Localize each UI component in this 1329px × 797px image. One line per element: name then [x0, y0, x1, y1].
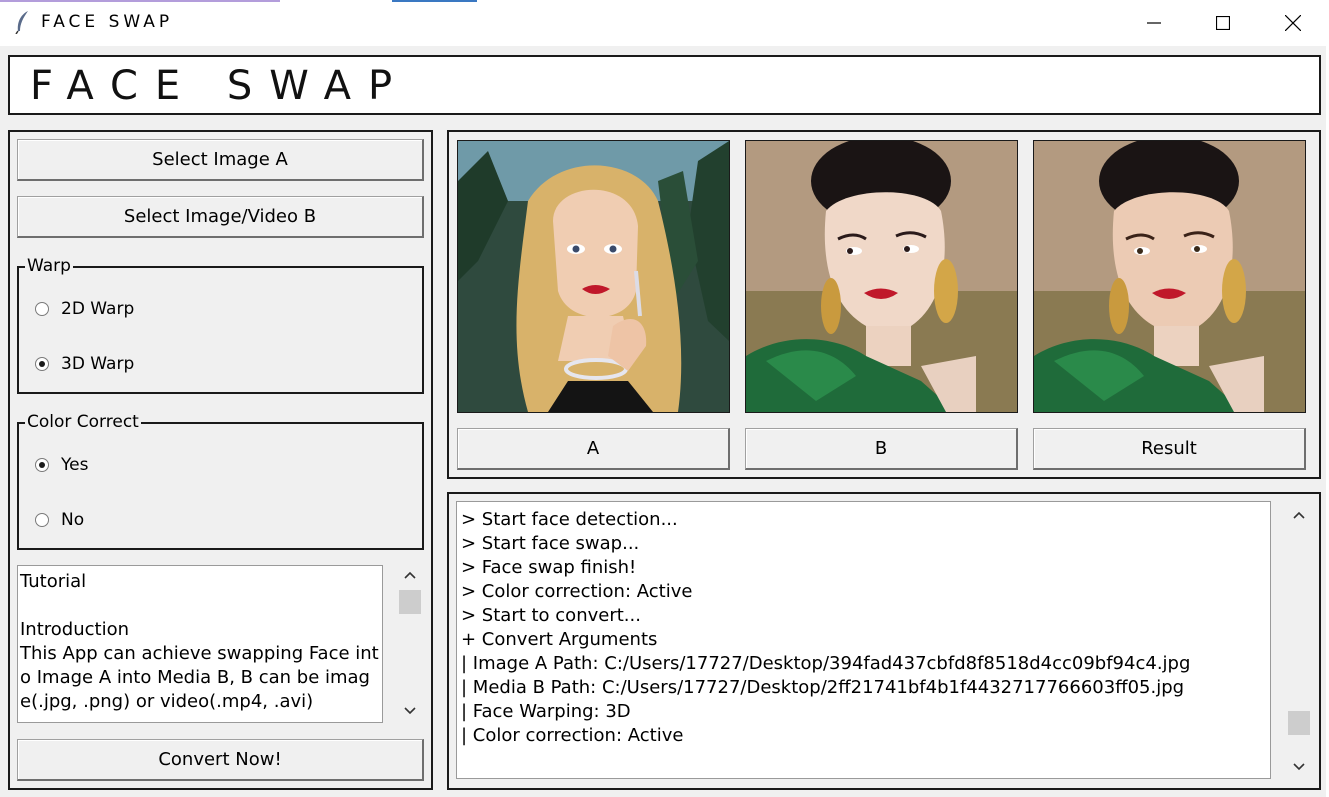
radio-circle-checked — [35, 458, 49, 472]
radio-label: No — [61, 510, 85, 530]
log-line: > Start face swap... — [461, 533, 640, 554]
log-textbox[interactable]: > Start face detection... > Start face sw… — [456, 501, 1271, 779]
minimize-icon — [1147, 22, 1161, 24]
radio-circle — [35, 302, 49, 316]
radio-circle-checked — [35, 357, 49, 371]
images-panel: A B Result — [447, 130, 1321, 479]
scrollbar-thumb[interactable] — [1288, 711, 1310, 735]
taskbar-accent — [0, 0, 280, 2]
controls-panel: Select Image A Select Image/Video B Warp… — [8, 130, 433, 790]
scrollbar-thumb[interactable] — [399, 590, 421, 614]
app-window: FACE SWAP Select Image A Select Image/Vi… — [0, 46, 1329, 797]
radio-label: Yes — [61, 455, 89, 475]
show-result-button[interactable]: Result — [1033, 428, 1306, 470]
color-correct-no-radio[interactable]: No — [35, 510, 84, 530]
header-banner: FACE SWAP — [8, 55, 1321, 115]
log-line: | Media B Path: C:/Users/17727/Desktop/2… — [461, 677, 1185, 698]
log-line: > Start face detection... — [461, 509, 678, 530]
color-correct-legend: Color Correct — [25, 411, 141, 433]
warp-group: Warp 2D Warp 3D Warp — [17, 255, 424, 394]
show-b-button[interactable]: B — [745, 428, 1018, 470]
page-title: FACE SWAP — [30, 63, 410, 109]
tutorial-scrollbar[interactable] — [396, 565, 424, 723]
image-a-preview — [457, 140, 730, 413]
log-line: > Color correction: Active — [461, 581, 693, 602]
warp-group-legend: Warp — [25, 255, 73, 277]
minimize-button[interactable] — [1119, 0, 1189, 46]
chevron-up-icon[interactable] — [396, 565, 424, 585]
log-line: | Color correction: Active — [461, 725, 684, 746]
radio-label: 3D Warp — [61, 354, 135, 374]
log-line: | Face Warping: 3D — [461, 701, 631, 722]
color-correct-yes-radio[interactable]: Yes — [35, 455, 88, 475]
log-line: > Start to convert... — [461, 605, 641, 626]
warp-2d-radio[interactable]: 2D Warp — [35, 299, 134, 319]
color-correct-group: Color Correct Yes No — [17, 411, 424, 550]
show-a-button[interactable]: A — [457, 428, 730, 470]
tutorial-text: Tutorial Introduction This App can achie… — [20, 571, 379, 712]
chevron-down-icon[interactable] — [396, 701, 424, 721]
log-line: + Convert Arguments — [461, 629, 658, 650]
log-line: | Image A Path: C:/Users/17727/Desktop/3… — [461, 653, 1191, 674]
select-image-a-button[interactable]: Select Image A — [17, 139, 424, 181]
log-line: > Face swap finish! — [461, 557, 637, 578]
tutorial-textbox[interactable]: Tutorial Introduction This App can achie… — [17, 565, 383, 723]
log-scrollbar[interactable] — [1285, 501, 1313, 779]
feather-icon — [15, 11, 28, 34]
radio-label: 2D Warp — [61, 299, 135, 319]
image-b-preview — [745, 140, 1018, 413]
title-bar: FACE SWAP — [0, 0, 1329, 46]
radio-circle — [35, 513, 49, 527]
chevron-up-icon[interactable] — [1285, 505, 1313, 525]
select-image-video-b-button[interactable]: Select Image/Video B — [17, 196, 424, 238]
window-title: FACE SWAP — [41, 12, 174, 32]
result-preview — [1033, 140, 1306, 413]
log-panel: > Start face detection... > Start face sw… — [447, 492, 1321, 790]
chevron-down-icon[interactable] — [1285, 757, 1313, 777]
taskbar-accent — [392, 0, 477, 2]
log-text: > Start face detection... > Start face sw… — [461, 508, 1270, 748]
maximize-icon — [1216, 16, 1230, 30]
close-icon — [1285, 15, 1301, 31]
convert-now-button[interactable]: Convert Now! — [17, 739, 424, 781]
maximize-button[interactable] — [1188, 0, 1258, 46]
warp-3d-radio[interactable]: 3D Warp — [35, 354, 134, 374]
close-button[interactable] — [1258, 0, 1328, 46]
